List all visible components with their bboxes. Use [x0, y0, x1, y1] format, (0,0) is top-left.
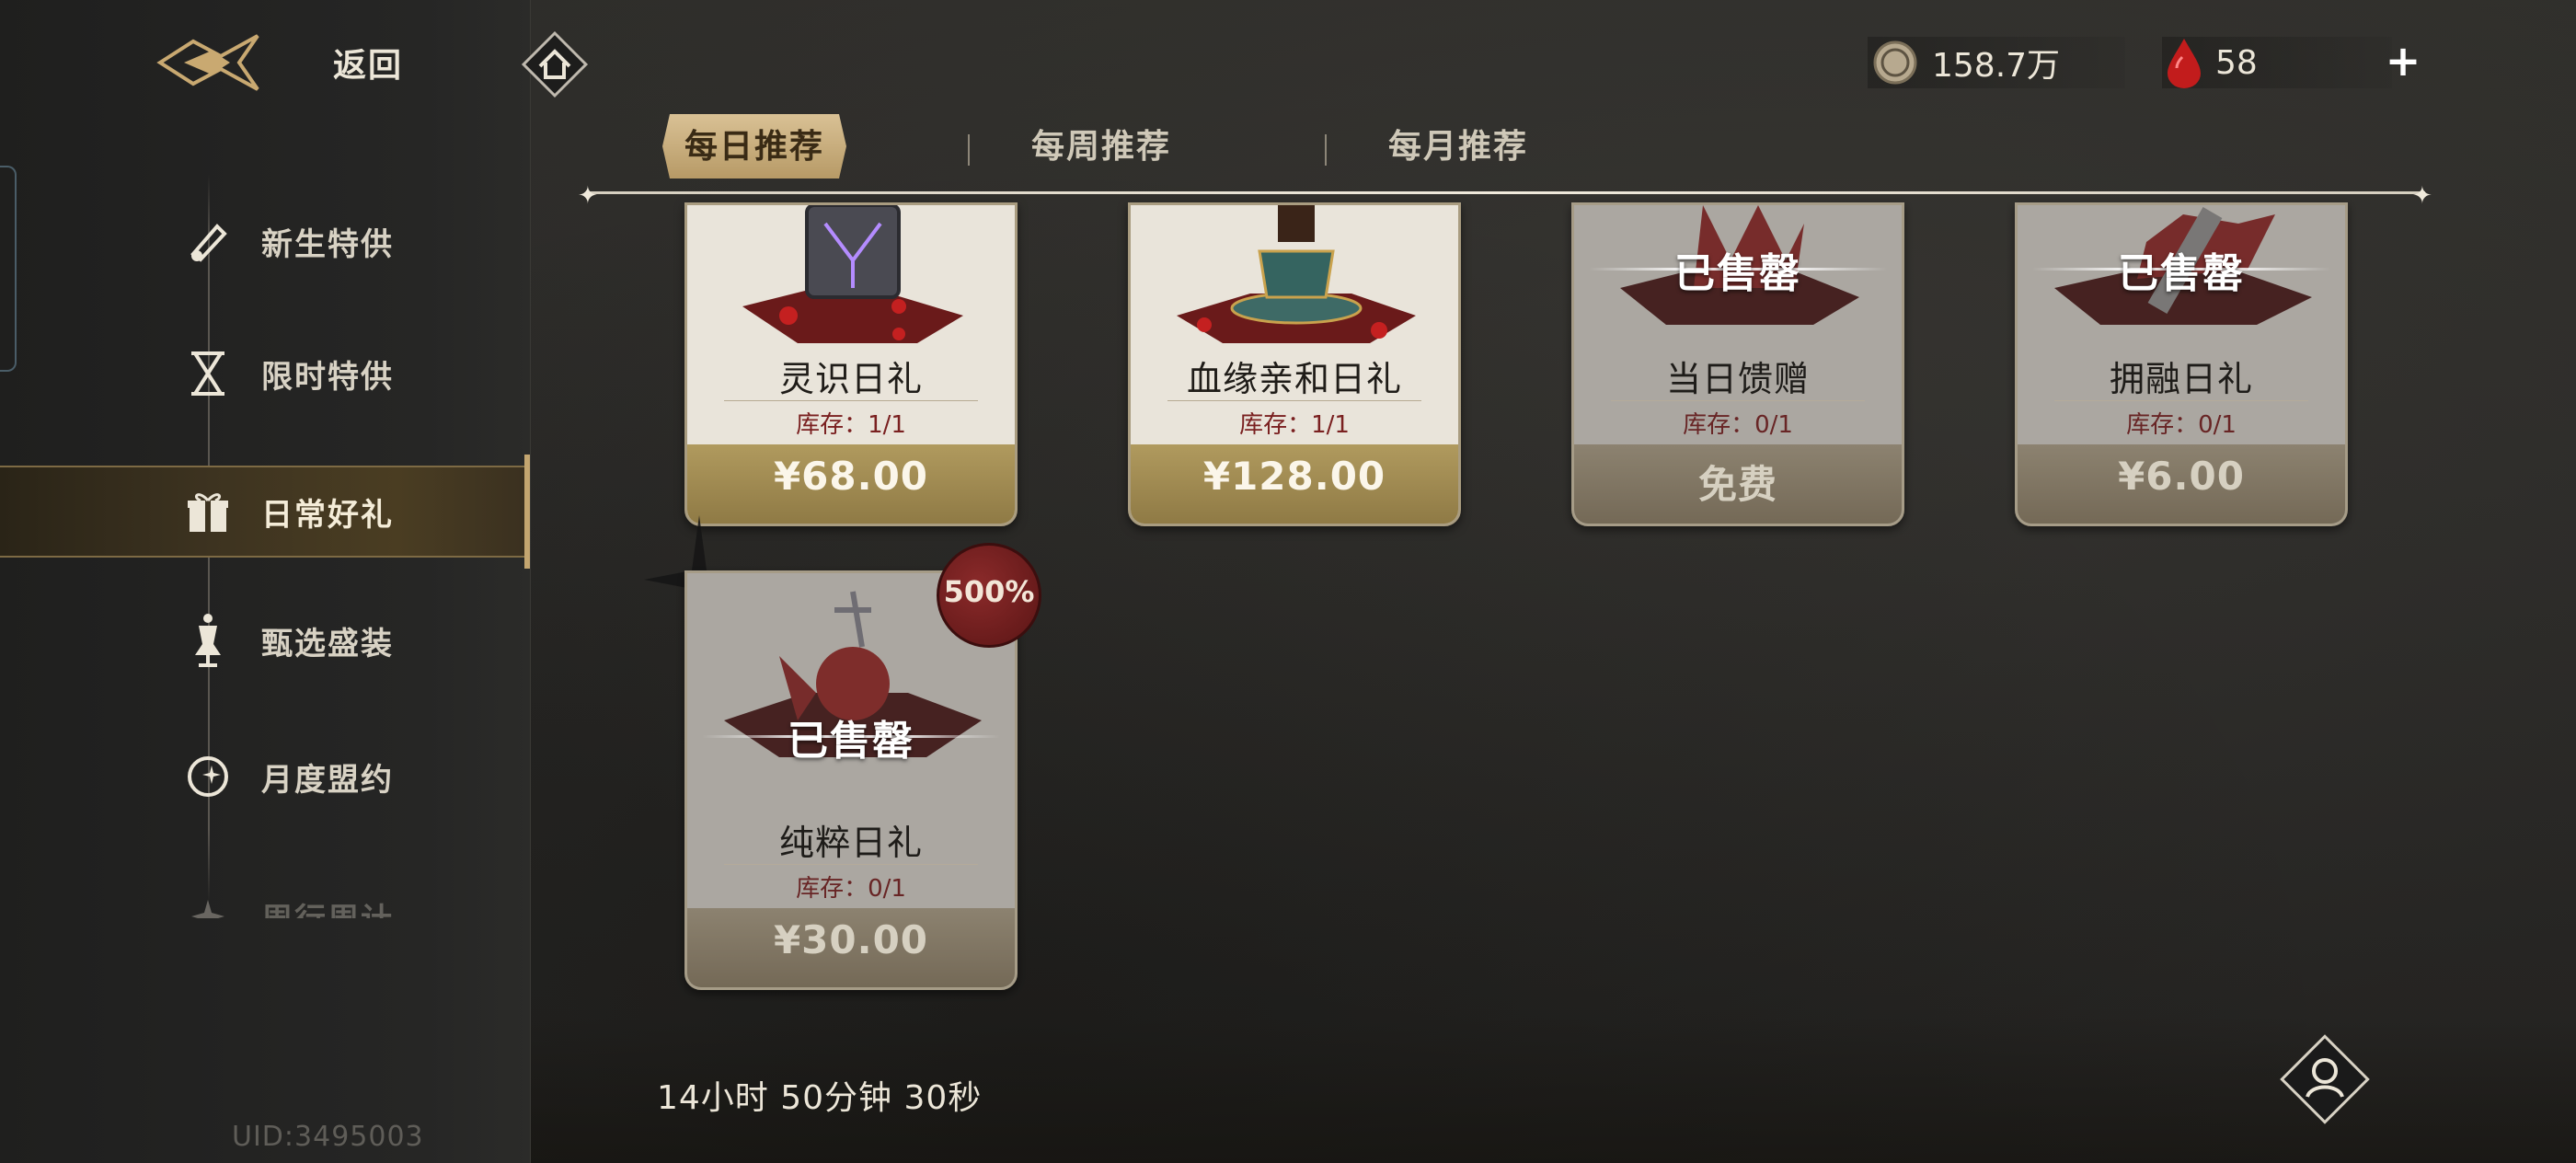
sidebar-item-label: 新生特供	[261, 225, 394, 263]
tab-weekly[interactable]: 每周推荐	[1009, 114, 1193, 178]
product-price: ¥68.00	[773, 454, 929, 499]
sidebar-item-label: 限时特供	[261, 358, 394, 396]
price-bar: ¥68.00	[687, 444, 1015, 524]
tab-separator	[968, 134, 970, 166]
sidebar-item-newborn-offer[interactable]: 新生特供	[0, 195, 530, 287]
back-button[interactable]: 返回	[156, 29, 403, 96]
card-divider	[2054, 400, 2308, 401]
star-icon	[180, 889, 236, 918]
hourglass-icon	[180, 346, 236, 401]
sidebar: 返回 新生特供 限时特供 日常好礼 甄选盛装 月度盟约 周	[0, 0, 531, 1163]
price-bar: ¥6.00	[2018, 444, 2345, 524]
soldout-label: 已售罄	[1674, 250, 1801, 297]
gift-icon	[180, 484, 236, 539]
product-stock: 库存：1/1	[796, 411, 906, 439]
tab-bar: 每日推荐 每周推荐 每月推荐 ✦ ✦	[578, 110, 2432, 210]
sidebar-item-daily-gift[interactable]: 日常好礼	[0, 455, 530, 569]
sidebar-item-weekly-plan[interactable]: 周行周计	[0, 881, 530, 918]
blood-amount: 58	[2215, 43, 2258, 82]
card-divider	[1167, 400, 1421, 401]
coin-icon	[1873, 40, 1917, 85]
coin-amount: 158.7万	[1932, 47, 2061, 85]
card-divider	[724, 864, 978, 865]
product-name: 血缘亲和日礼	[1186, 359, 1402, 399]
product-name: 纯粹日礼	[778, 823, 923, 863]
product-stock: 库存：0/1	[1683, 411, 1793, 439]
blood-currency: 58	[2166, 35, 2258, 90]
spirit-gift-art-icon	[742, 205, 963, 343]
sidebar-item-limited-offer[interactable]: 限时特供	[0, 328, 530, 420]
blood-drop-icon	[2168, 39, 2201, 88]
product-stock: 库存：1/1	[1239, 411, 1350, 439]
price-bar: ¥30.00	[687, 908, 1015, 987]
product-stock: 库存：0/1	[2126, 411, 2237, 439]
uid-label: UID:3495003	[232, 1121, 424, 1153]
teacup-art-icon	[1177, 205, 1416, 343]
coin-currency: 158.7万	[1871, 35, 2060, 90]
card-divider	[1611, 400, 1865, 401]
moon-icon	[180, 749, 236, 804]
bonus-badge: 500%	[937, 543, 1041, 648]
rule-ornament-right: ✦	[2412, 182, 2432, 210]
tab-separator	[1325, 134, 1327, 166]
card-divider	[724, 400, 978, 401]
mannequin-icon	[180, 613, 236, 668]
product-name: 当日馈赠	[1665, 359, 1810, 399]
back-emblem-icon	[156, 34, 259, 91]
tab-rule	[589, 191, 2425, 194]
product-card[interactable]: 已售罄 当日馈赠 库存：0/1 免费	[1571, 202, 1904, 526]
product-card[interactable]: 已售罄 拥融日礼 库存：0/1 ¥6.00	[2015, 202, 2348, 526]
product-card[interactable]: 灵识日礼 库存：1/1 ¥68.00	[684, 202, 1018, 526]
soldout-label: 已售罄	[788, 718, 914, 765]
home-icon[interactable]	[520, 29, 590, 99]
tab-monthly[interactable]: 每月推荐	[1366, 114, 1550, 178]
sidebar-item-label: 月度盟约	[261, 761, 394, 799]
service-icon[interactable]	[2274, 1029, 2375, 1130]
scroll-icon	[180, 213, 236, 269]
product-price: ¥128.00	[1202, 454, 1386, 499]
product-name: 灵识日礼	[778, 359, 923, 399]
product-price: ¥6.00	[2118, 454, 2245, 499]
sidebar-item-label: 甄选盛装	[261, 625, 394, 662]
product-price: 免费	[1697, 462, 1777, 507]
add-currency-button[interactable]: +	[2377, 33, 2429, 88]
price-bar: ¥128.00	[1131, 444, 1458, 524]
sidebar-item-label: 日常好礼	[261, 496, 394, 534]
back-label: 返回	[333, 46, 404, 85]
rule-ornament-left: ✦	[578, 182, 598, 210]
price-bar: 免费	[1574, 444, 1902, 524]
soldout-label: 已售罄	[2118, 250, 2245, 297]
sidebar-item-selected-outfit[interactable]: 甄选盛装	[0, 594, 530, 686]
tab-daily[interactable]: 每日推荐	[662, 114, 846, 178]
sidebar-item-label: 周行周计	[261, 894, 394, 918]
product-name: 拥融日礼	[2109, 359, 2253, 399]
sidebar-item-monthly-pact[interactable]: 月度盟约	[0, 731, 530, 823]
product-card[interactable]: 血缘亲和日礼 库存：1/1 ¥128.00	[1128, 202, 1461, 526]
product-price: ¥30.00	[773, 917, 929, 962]
refresh-timer: 14小时 50分钟 30秒	[657, 1079, 983, 1117]
product-stock: 库存：0/1	[796, 875, 906, 903]
